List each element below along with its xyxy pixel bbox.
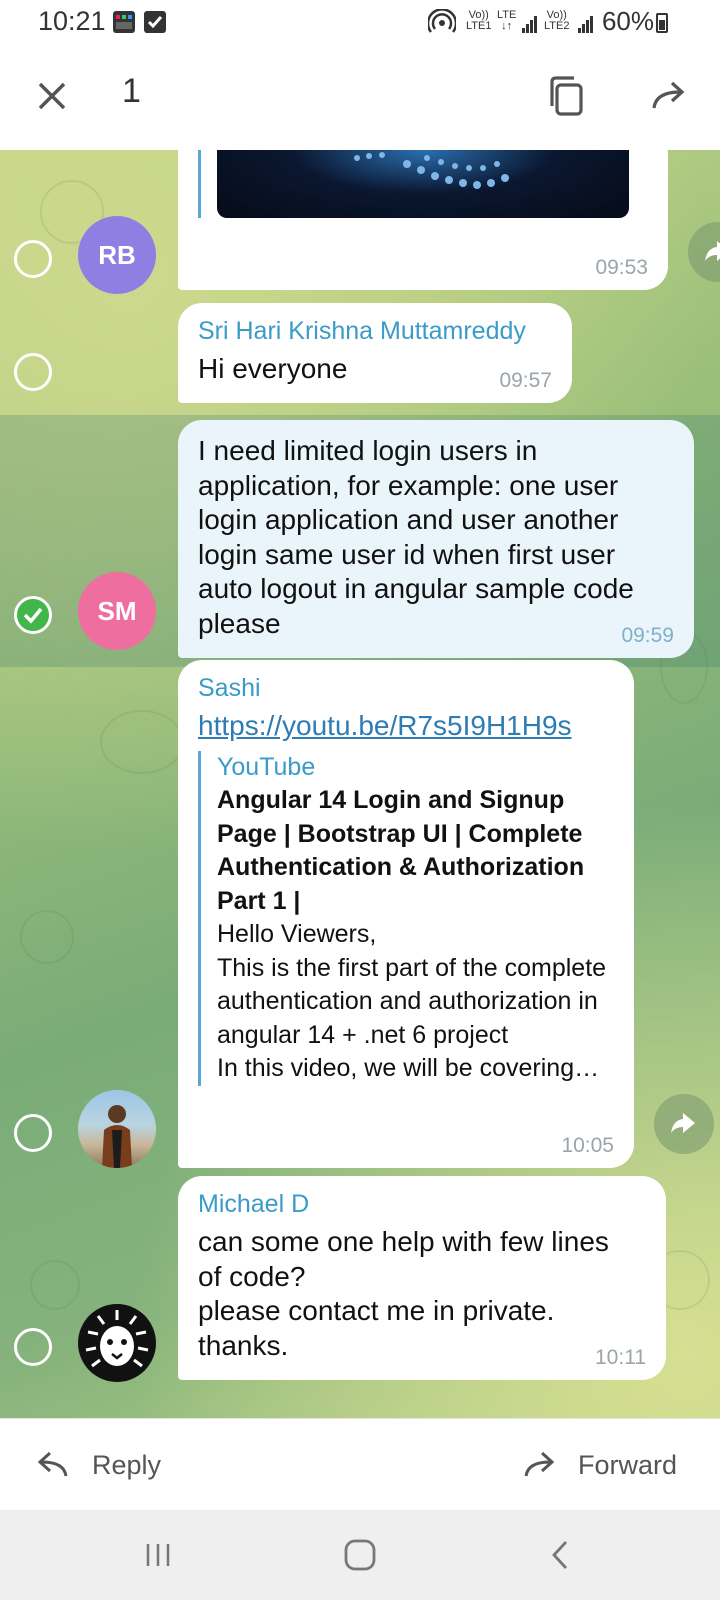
status-bar: 10:21 Vo)) LTE1 LTE ↓↑ Vo)) LTE2 60% (0, 0, 720, 44)
share-button[interactable] (654, 1094, 714, 1154)
sim1-lte-label: LTE1 (466, 20, 492, 32)
lion-logo-icon (85, 1310, 149, 1368)
close-icon (38, 82, 66, 110)
forward-arrow-icon (524, 1451, 555, 1477)
person-photo-icon (102, 1105, 132, 1168)
message-time: 09:59 (621, 624, 674, 647)
avatar-photo[interactable] (78, 1090, 156, 1168)
message-text: can some one help with few lines of code… (198, 1226, 609, 1361)
battery-percent: 60% (601, 6, 654, 36)
preview-description: Hello Viewers, This is the first part of… (217, 920, 607, 1082)
selected-count: 1 (122, 72, 141, 110)
hotspot-icon (426, 8, 458, 40)
select-radio[interactable] (14, 1328, 52, 1366)
select-radio[interactable] (14, 1114, 52, 1152)
reply-button[interactable]: Reply (36, 1419, 161, 1511)
recent-apps-button[interactable] (98, 1510, 218, 1600)
message-text: I need limited login users in applicatio… (198, 435, 634, 639)
close-selection-button[interactable] (34, 78, 70, 119)
link-preview[interactable]: YouTube Angular 14 Login and Signup Page… (198, 751, 614, 1086)
share-arrow-icon (671, 1113, 695, 1133)
system-navigation-bar (0, 1510, 720, 1600)
avatar-initials: RB (98, 239, 136, 270)
select-radio-checked[interactable] (14, 596, 52, 634)
message-time: 09:57 (499, 369, 552, 392)
reply-arrow-icon (37, 1451, 68, 1477)
select-radio[interactable] (14, 353, 52, 391)
status-time: 10:21 (38, 6, 106, 36)
back-chevron-icon (552, 1541, 568, 1569)
gallery-notification-icon (113, 11, 135, 33)
message-time: 09:53 (595, 256, 648, 279)
message-bubble[interactable]: Michael D can some one help with few lin… (178, 1176, 666, 1380)
avatar-initials: SM (97, 595, 137, 626)
share-button[interactable] (688, 222, 720, 282)
sender-name[interactable]: Sri Hari Krishna Muttamreddy (198, 317, 552, 346)
home-button[interactable] (300, 1510, 420, 1600)
message-bubble[interactable]: 09:53 (178, 150, 668, 290)
home-icon (344, 1539, 376, 1571)
sim2-lte-label: LTE2 (544, 20, 570, 32)
sender-name[interactable]: Sashi (198, 674, 614, 703)
avatar-photo[interactable] (78, 1304, 156, 1382)
select-radio[interactable] (14, 240, 52, 278)
preview-site-name: YouTube (217, 753, 316, 781)
sim1-label: Vo)) LTE1 (466, 10, 491, 32)
recents-icon (146, 1544, 170, 1566)
copy-icon (550, 76, 583, 116)
back-button[interactable] (500, 1510, 620, 1600)
forward-bottom-button[interactable]: Forward (522, 1419, 677, 1511)
message-bubble-selected[interactable]: I need limited login users in applicatio… (178, 420, 694, 658)
preview-title: Angular 14 Login and Signup Page | Boots… (217, 786, 585, 915)
lte-text: LTE (497, 9, 517, 21)
share-arrow-icon (705, 241, 720, 261)
check-icon (23, 607, 43, 624)
sim2-label: Vo)) LTE2 (544, 10, 569, 32)
avatar[interactable]: SM (78, 572, 156, 650)
forward-arrow-icon (652, 81, 685, 109)
wallpaper-doodle (30, 1260, 80, 1310)
reply-forward-bar: Reply Forward (0, 1418, 720, 1511)
message-bubble[interactable]: Sri Hari Krishna Muttamreddy Hi everyone… (178, 303, 572, 403)
checkbox-notification-icon (144, 11, 166, 33)
forward-button[interactable] (650, 78, 690, 119)
selection-action-bar: 1 (0, 44, 720, 150)
message-time: 10:11 (595, 1346, 646, 1369)
wallpaper-doodle (100, 710, 184, 774)
video-thumbnail[interactable] (198, 150, 629, 218)
sender-name[interactable]: Michael D (198, 1190, 646, 1219)
video-art-icon (354, 152, 509, 189)
youtube-link[interactable]: https://youtu.be/R7s5I9H1H9s (198, 709, 614, 743)
copy-button[interactable] (546, 74, 586, 123)
wallpaper-doodle (20, 910, 74, 964)
signal1-icon (522, 15, 538, 33)
forward-label: Forward (578, 1449, 678, 1480)
signal2-icon (578, 15, 594, 33)
lte-label: LTE ↓↑ (497, 9, 517, 32)
battery-icon (656, 13, 668, 33)
message-time: 10:05 (561, 1134, 614, 1157)
message-bubble[interactable]: Sashi https://youtu.be/R7s5I9H1H9s YouTu… (178, 660, 634, 1168)
reply-label: Reply (92, 1449, 162, 1480)
chat-area[interactable]: RB 09:53 Sri Hari Krishna Muttamreddy Hi… (0, 150, 720, 1418)
avatar[interactable]: RB (78, 216, 156, 294)
